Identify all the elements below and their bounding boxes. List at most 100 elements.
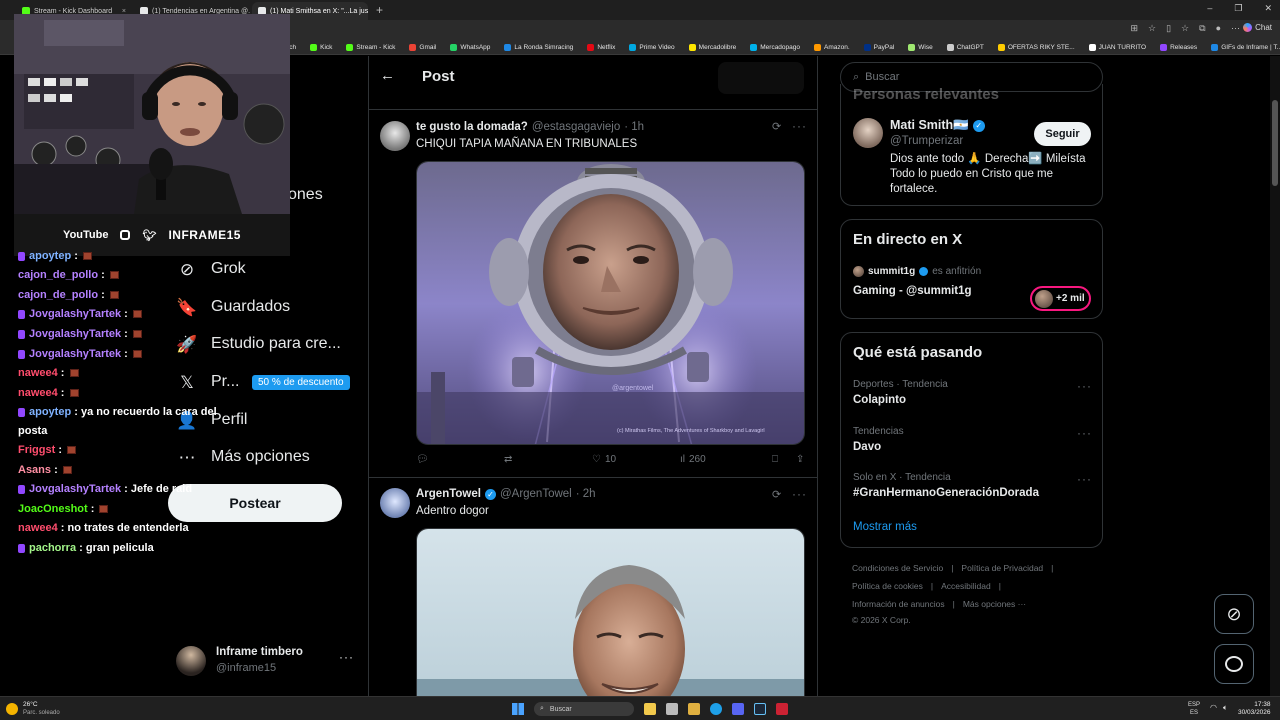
profile-avatar-icon[interactable]: ●	[1216, 23, 1221, 34]
nav-partial-label[interactable]: ones	[288, 186, 323, 204]
bookmark-item[interactable]: Prime Video	[629, 43, 675, 51]
bookmark-item[interactable]: Mercadopago	[750, 43, 800, 51]
x-logo-icon[interactable]: 𝕏	[177, 373, 197, 393]
chat-username[interactable]: JovgalashyTartek	[29, 348, 121, 360]
chat-username[interactable]: nawee4	[18, 387, 58, 399]
more-icon[interactable]: ···	[792, 119, 807, 133]
host-name[interactable]: summit1g	[868, 266, 915, 277]
chat-username[interactable]: apoytep	[29, 250, 71, 262]
favorites-icon[interactable]: ☆	[1181, 23, 1189, 34]
chat-username[interactable]: cajon_de_pollo	[18, 289, 98, 301]
file-explorer-icon[interactable]	[644, 703, 656, 715]
copilot-chat-button[interactable]: Chat	[1243, 23, 1272, 32]
task-view-icon[interactable]	[666, 703, 678, 715]
footer-link[interactable]: Más opciones ···	[963, 599, 1026, 615]
tweet-author-handle[interactable]: @estasgagaviejo	[532, 121, 620, 133]
tweet-author-name[interactable]: ArgenTowel	[416, 488, 481, 500]
nav-item-label[interactable]: Más opciones	[211, 448, 310, 466]
reply-icon[interactable]: 💬︎	[416, 454, 504, 465]
minimize-button[interactable]: –	[1207, 3, 1212, 14]
tweet[interactable]: ArgenTowel ✓ @ArgenTowel · 2h ⟳ ··· Aden…	[368, 478, 818, 696]
chat-username[interactable]: JovgalashyTartek	[29, 308, 121, 320]
new-tab-button[interactable]: +	[376, 3, 383, 17]
volume-icon[interactable]: 🔈︎	[1223, 703, 1228, 713]
close-window-button[interactable]: ✕	[1264, 3, 1272, 14]
chat-username[interactable]: apoytep	[29, 406, 71, 418]
chat-username[interactable]: nawee4	[18, 367, 58, 379]
start-button-icon[interactable]	[512, 703, 524, 715]
premium-discount-badge[interactable]: 50 % de descuento	[252, 375, 350, 390]
clock[interactable]: 17:38 30/03/2026	[1238, 701, 1271, 717]
extension-icon[interactable]: ⊞	[1130, 23, 1138, 34]
bookmark-item[interactable]: ChatGPT	[946, 43, 984, 51]
chat-username[interactable]: JovgalashyTartek	[29, 483, 121, 495]
bookmark-item[interactable]: Amazon.	[814, 43, 850, 51]
steam-icon[interactable]	[754, 703, 766, 715]
tweet-time[interactable]: · 2h	[576, 488, 596, 500]
grok-icon[interactable]: ⟳	[772, 488, 781, 501]
chat-username[interactable]: JovgalashyTartek	[29, 328, 121, 340]
bookmark-icon[interactable]: ⎕	[772, 454, 796, 465]
wifi-icon[interactable]: ◠	[1210, 703, 1217, 713]
bookmark-item[interactable]: JUAN TURRITO	[1088, 43, 1146, 51]
nav-item-label[interactable]: Pr...	[211, 373, 239, 391]
tweet-avatar[interactable]	[380, 121, 410, 151]
tweet-media-image[interactable]	[416, 528, 805, 696]
trend-item[interactable]: Deportes · Tendencia Colapinto ···	[841, 375, 1104, 419]
bookmark-item[interactable]: Netflix	[587, 43, 615, 51]
account-switcher[interactable]: Inframe timbero @inframe15 ···	[176, 644, 356, 678]
follow-button[interactable]: Seguir	[1034, 122, 1091, 146]
bookmark-item[interactable]: Releases	[1160, 43, 1197, 51]
chat-username[interactable]: Asans	[18, 464, 51, 476]
trend-more-icon[interactable]: ···	[1077, 426, 1092, 440]
share-icon[interactable]: ⇪	[796, 454, 804, 465]
show-more-link[interactable]: Mostrar más	[853, 521, 917, 533]
explorer-folder-icon[interactable]	[688, 703, 700, 715]
weather-widget[interactable]: 26°C Parc. soleado	[6, 701, 60, 717]
messages-fab-button[interactable]	[1214, 644, 1254, 684]
scrollbar-thumb[interactable]	[1272, 100, 1278, 186]
tweet-time[interactable]: · 1h	[624, 121, 644, 133]
bookmark-item[interactable]: Gmail	[409, 43, 436, 51]
person-avatar[interactable]	[853, 118, 883, 148]
language-indicator[interactable]: ESP ES	[1188, 701, 1200, 717]
bookmark-item[interactable]: GIFs de Inframe | T...	[1211, 43, 1280, 51]
grok-icon[interactable]: ⊘	[177, 260, 197, 280]
rocket-icon[interactable]: 🚀	[176, 335, 197, 355]
grok-fab-button[interactable]: ⊘	[1214, 594, 1254, 634]
maximize-button[interactable]: ❐	[1234, 3, 1242, 14]
trend-more-icon[interactable]: ···	[1077, 472, 1092, 486]
bookmark-item[interactable]: La Ronda Simracing	[504, 43, 573, 51]
grok-icon[interactable]: ⟳	[772, 120, 781, 133]
footer-link[interactable]: Política de cookies	[852, 581, 923, 599]
like-button[interactable]: ♡ 10	[592, 454, 680, 465]
retweet-icon[interactable]: ⇄	[504, 454, 592, 465]
bookmark-item[interactable]: OFERTAS RIKY STE...	[997, 43, 1075, 51]
footer-link[interactable]: Información de anuncios	[852, 599, 945, 615]
chat-username[interactable]: pachorra	[29, 542, 76, 554]
back-arrow-icon[interactable]: ←	[380, 67, 395, 84]
person-handle[interactable]: @Trumperizar	[890, 135, 963, 147]
nav-item-label[interactable]: Grok	[211, 260, 246, 278]
edge-icon[interactable]	[710, 703, 722, 715]
trend-more-icon[interactable]: ···	[1077, 379, 1092, 393]
live-spaces-card[interactable]: En directo en X summit1g es anfitrión Ga…	[840, 219, 1103, 319]
bookmark-item[interactable]: WhatsApp	[450, 43, 490, 51]
nav-item-label[interactable]: Estudio para cre...	[211, 335, 341, 353]
menu-dots-icon[interactable]: ⋯	[1231, 23, 1240, 34]
tweet-media-image[interactable]: @argentowel (c) Mirathas Films, The Adve…	[416, 161, 805, 445]
nav-item-label[interactable]: Guardados	[211, 298, 290, 316]
bookmark-item[interactable]: Wise	[908, 43, 933, 51]
trend-item[interactable]: Tendencias Davo ···	[841, 422, 1104, 466]
tweet[interactable]: te gusto la domada? @estasgagaviejo · 1h…	[368, 110, 818, 478]
tweet-avatar[interactable]	[380, 488, 410, 518]
split-icon[interactable]: ▯	[1166, 23, 1171, 34]
account-more-icon[interactable]: ···	[339, 650, 354, 664]
trend-item[interactable]: Solo en X · Tendencia #GranHermanoGenera…	[841, 468, 1104, 512]
taskbar-search[interactable]: ⌕ Buscar	[534, 702, 634, 716]
bookmark-item[interactable]: Mercadolibre	[688, 43, 736, 51]
collections-icon[interactable]: ⧉	[1199, 23, 1205, 34]
chat-username[interactable]: cajon_de_pollo	[18, 269, 98, 281]
obs-icon[interactable]	[776, 703, 788, 715]
footer-link[interactable]: Condiciones de Servicio	[852, 563, 943, 581]
